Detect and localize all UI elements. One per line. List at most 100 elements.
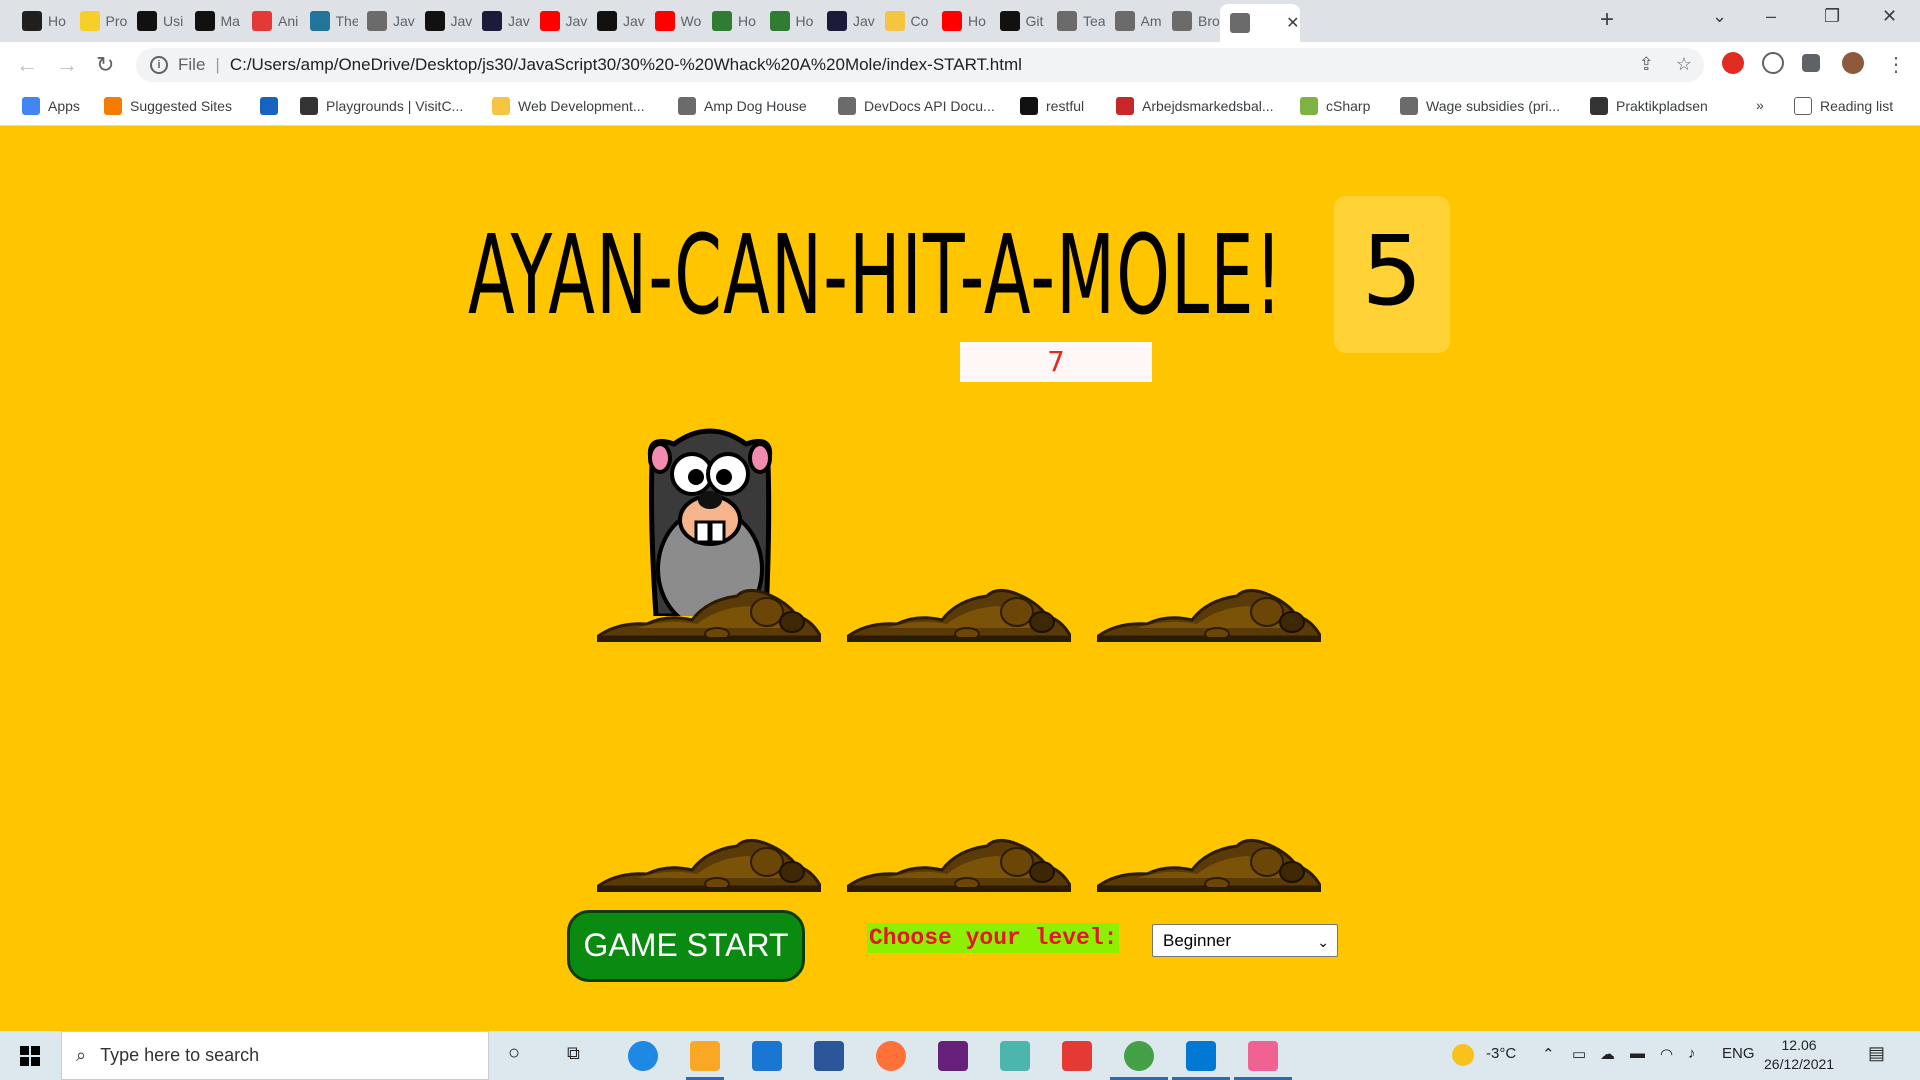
bookmark-item[interactable] xyxy=(260,97,278,115)
mail-icon[interactable] xyxy=(752,1041,782,1071)
vscode-icon[interactable] xyxy=(1186,1041,1216,1071)
close-tab-icon[interactable]: ✕ xyxy=(1286,13,1299,33)
visual-studio-icon[interactable] xyxy=(938,1041,968,1071)
hole-2[interactable] xyxy=(847,582,1071,642)
reload-button[interactable]: ↻ xyxy=(96,52,114,78)
address-bar[interactable]: i File | C:/Users/amp/OneDrive/Desktop/j… xyxy=(136,48,1704,82)
windows-taskbar: ⌕ Type here to search ○ ⧉ -3°C ⌃ ▭ ☁ ▬ ◠… xyxy=(0,1031,1920,1080)
browser-tab[interactable]: Bro xyxy=(1162,6,1220,36)
browser-tab[interactable]: Ho xyxy=(932,6,990,36)
firefox-icon[interactable] xyxy=(876,1041,906,1071)
taskbar-clock[interactable]: 12.06 26/12/2021 xyxy=(1764,1036,1834,1074)
bookmark-item[interactable]: Web Development... xyxy=(492,97,645,115)
bookmark-item[interactable]: restful xyxy=(1020,97,1084,115)
cortana-icon[interactable]: ○ xyxy=(508,1042,520,1065)
browser-tab[interactable]: ✕ xyxy=(1219,4,1300,42)
clock-time: 12.06 xyxy=(1781,1037,1817,1053)
game-start-button[interactable]: GAME START xyxy=(567,910,805,982)
bookmark-favicon-icon xyxy=(838,97,856,115)
share-icon[interactable]: ⇪ xyxy=(1639,54,1654,75)
office-icon[interactable] xyxy=(1062,1041,1092,1071)
browser-tab[interactable]: Usi xyxy=(127,6,185,36)
bookmark-item[interactable]: Suggested Sites xyxy=(104,97,232,115)
app-icon[interactable] xyxy=(1000,1041,1030,1071)
close-window-button[interactable]: ✕ xyxy=(1882,6,1897,27)
browser-tab[interactable]: The xyxy=(300,6,358,36)
profile-avatar[interactable] xyxy=(1842,52,1864,74)
browser-tab[interactable]: Ma xyxy=(185,6,243,36)
bookmark-item[interactable]: Apps xyxy=(22,97,80,115)
gitkraken-icon[interactable] xyxy=(1248,1041,1278,1071)
browser-tab[interactable]: Pro xyxy=(70,6,128,36)
maximize-button[interactable]: ❐ xyxy=(1824,6,1840,27)
browser-tab[interactable]: Ho xyxy=(760,6,818,36)
hole-4[interactable] xyxy=(597,832,821,892)
chrome-icon[interactable] xyxy=(1124,1041,1154,1071)
bookmark-label: Amp Dog House xyxy=(704,98,807,114)
weather-icon[interactable] xyxy=(1452,1044,1474,1066)
bookmark-item[interactable]: Praktikpladsen xyxy=(1590,97,1708,115)
browser-tab[interactable]: Co xyxy=(875,6,933,36)
bookmark-item[interactable]: cSharp xyxy=(1300,97,1370,115)
meet-now-icon[interactable]: ▭ xyxy=(1572,1045,1586,1063)
info-icon[interactable]: i xyxy=(150,56,168,74)
battery-icon[interactable]: ▬ xyxy=(1630,1045,1645,1062)
language-indicator[interactable]: ENG xyxy=(1722,1045,1755,1062)
hole-3[interactable] xyxy=(1097,582,1321,642)
browser-tab[interactable]: Ho xyxy=(702,6,760,36)
browser-tab[interactable]: Jav xyxy=(530,6,588,36)
weather-temperature[interactable]: -3°C xyxy=(1486,1045,1516,1062)
taskbar-search-box[interactable]: ⌕ Type here to search xyxy=(61,1031,489,1080)
browser-tab[interactable]: Jav xyxy=(357,6,415,36)
hole-6[interactable] xyxy=(1097,832,1321,892)
browser-tab[interactable]: Jav xyxy=(587,6,645,36)
browser-tab[interactable]: Jav xyxy=(415,6,473,36)
browser-tab[interactable]: Am xyxy=(1105,6,1163,36)
forward-button[interactable]: → xyxy=(56,52,78,78)
tab-favicon-icon xyxy=(654,11,675,31)
back-button[interactable]: ← xyxy=(16,52,38,78)
reading-list-button[interactable]: Reading list xyxy=(1794,97,1893,115)
bookmark-label: restful xyxy=(1046,98,1085,114)
edge-icon[interactable] xyxy=(628,1041,658,1071)
menu-kebab-icon[interactable]: ⋮ xyxy=(1886,52,1906,77)
bookmark-item[interactable]: Wage subsidies (pri... xyxy=(1400,97,1560,115)
browser-tab[interactable]: Ho xyxy=(12,6,70,36)
browser-tab[interactable]: Ani xyxy=(242,6,300,36)
tab-favicon-icon xyxy=(79,11,100,31)
adblock-extension-icon[interactable] xyxy=(1722,52,1744,74)
word-icon[interactable] xyxy=(814,1041,844,1071)
notifications-icon[interactable]: ▤ xyxy=(1868,1043,1885,1064)
bookmark-item[interactable]: Playgrounds | VisitC... xyxy=(300,97,463,115)
bookmark-label: cSharp xyxy=(1326,98,1371,114)
tab-favicon-icon xyxy=(424,11,445,31)
bookmark-item[interactable]: Amp Dog House xyxy=(678,97,807,115)
tab-search-icon[interactable]: ⌄ xyxy=(1712,6,1727,27)
task-view-icon[interactable]: ⧉ xyxy=(567,1043,580,1064)
bookmark-item[interactable]: Arbejdsmarkedsbal... xyxy=(1116,97,1274,115)
hole-1[interactable] xyxy=(597,582,821,642)
browser-tab[interactable]: Git xyxy=(990,6,1048,36)
browser-tab[interactable]: Tea xyxy=(1047,6,1105,36)
level-select[interactable]: Beginner ⌄ xyxy=(1152,924,1338,957)
taskbar-search-placeholder: Type here to search xyxy=(100,1045,260,1065)
browser-tab[interactable]: Jav xyxy=(472,6,530,36)
extensions-puzzle-icon[interactable] xyxy=(1802,54,1820,72)
windows-start-icon[interactable] xyxy=(20,1046,40,1066)
file-explorer-icon[interactable] xyxy=(690,1041,720,1071)
bookmark-favicon-icon xyxy=(300,97,318,115)
bookmark-item[interactable]: DevDocs API Docu... xyxy=(838,97,995,115)
onedrive-icon[interactable]: ☁ xyxy=(1600,1045,1615,1063)
browser-tab[interactable]: Wo xyxy=(645,6,703,36)
hole-5[interactable] xyxy=(847,832,1071,892)
chevron-up-icon[interactable]: ⌃ xyxy=(1542,1045,1555,1063)
new-tab-button[interactable]: + xyxy=(1600,6,1614,34)
react-devtools-icon[interactable] xyxy=(1762,52,1784,74)
wifi-icon[interactable]: ◠ xyxy=(1660,1045,1673,1063)
bookmark-star-icon[interactable]: ☆ xyxy=(1676,54,1692,75)
more-bookmarks-button[interactable]: » xyxy=(1756,97,1764,113)
tab-label: Co xyxy=(910,13,929,29)
browser-tab[interactable]: Jav xyxy=(817,6,875,36)
minimize-button[interactable]: – xyxy=(1766,6,1776,27)
volume-icon[interactable]: ♪ xyxy=(1688,1045,1696,1062)
